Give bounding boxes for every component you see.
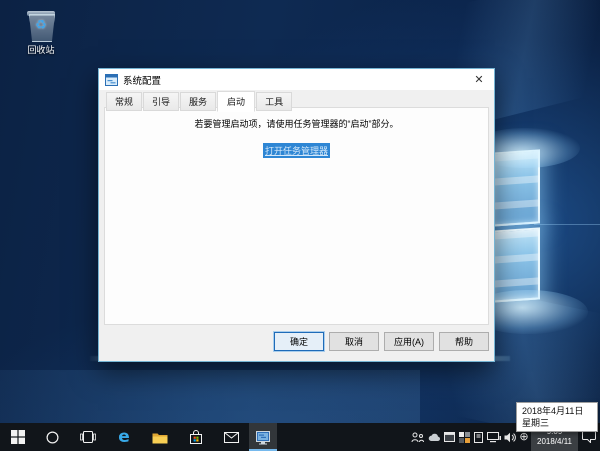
open-task-manager-link[interactable]: 打开任务管理器 bbox=[263, 143, 330, 158]
startup-message: 若要管理启动项，请使用任务管理器的“启动”部分。 bbox=[105, 117, 488, 130]
clipboard-icon[interactable] bbox=[472, 423, 485, 451]
task-view-button[interactable] bbox=[70, 423, 106, 451]
start-button[interactable] bbox=[0, 423, 35, 451]
cancel-button[interactable]: 取消 bbox=[329, 332, 379, 351]
mail-button[interactable] bbox=[214, 423, 249, 451]
task-view-icon bbox=[80, 431, 96, 443]
volume-icon[interactable] bbox=[502, 423, 517, 451]
taskbar-app-system-configuration[interactable] bbox=[249, 423, 277, 451]
file-explorer-button[interactable] bbox=[142, 423, 178, 451]
security-center-icon[interactable] bbox=[457, 423, 472, 451]
tab-startup[interactable]: 启动 bbox=[217, 91, 255, 112]
tab-strip: 常规 引导 服务 启动 工具 bbox=[106, 91, 293, 111]
store-button[interactable] bbox=[178, 423, 214, 451]
recycle-bin-icon: ♻ bbox=[26, 8, 56, 42]
network-icon[interactable] bbox=[485, 423, 502, 451]
recycle-bin-label: 回收站 bbox=[18, 43, 64, 56]
tooltip-date: 2018年4月11日 bbox=[522, 405, 592, 417]
app-window-icon[interactable] bbox=[442, 423, 457, 451]
desktop: ♻ 回收站 系统配置 ✕ 常规 引导 服务 启动 工具 若要管理启动项，请使用任… bbox=[0, 0, 600, 451]
windows-logo-pane bbox=[492, 227, 540, 302]
help-button[interactable]: 帮助 bbox=[439, 332, 489, 351]
edge-icon: e bbox=[118, 429, 130, 446]
tooltip-weekday: 星期三 bbox=[522, 417, 592, 429]
system-configuration-dialog: 系统配置 ✕ 常规 引导 服务 启动 工具 若要管理启动项，请使用任务管理器的“… bbox=[98, 68, 495, 362]
close-button[interactable]: ✕ bbox=[464, 69, 494, 90]
dialog-title: 系统配置 bbox=[123, 73, 161, 87]
startup-tab-page: 若要管理启动项，请使用任务管理器的“启动”部分。 打开任务管理器 bbox=[104, 107, 489, 325]
people-icon[interactable] bbox=[409, 423, 426, 451]
msconfig-icon bbox=[105, 74, 118, 86]
clock-tooltip: 2018年4月11日 星期三 bbox=[516, 402, 598, 432]
onedrive-cloud-icon[interactable] bbox=[426, 423, 442, 451]
cortana-icon bbox=[46, 431, 59, 444]
tab-tools[interactable]: 工具 bbox=[256, 92, 292, 111]
windows-logo-icon bbox=[11, 430, 25, 444]
dialog-buttons: 确定 取消 应用(A) 帮助 bbox=[274, 332, 489, 351]
recycle-bin-shortcut[interactable]: ♻ 回收站 bbox=[18, 8, 64, 56]
taskbar-left: e bbox=[0, 423, 277, 451]
tab-boot[interactable]: 引导 bbox=[143, 92, 179, 111]
edge-button[interactable]: e bbox=[106, 423, 142, 451]
tab-general[interactable]: 常规 bbox=[106, 92, 142, 111]
taskbar: e bbox=[0, 423, 600, 451]
tray-date: 2018/4/11 bbox=[537, 437, 572, 447]
wallpaper-seam bbox=[534, 224, 600, 225]
msconfig-taskbar-icon bbox=[255, 430, 271, 445]
apply-button[interactable]: 应用(A) bbox=[384, 332, 434, 351]
tab-services[interactable]: 服务 bbox=[180, 92, 216, 111]
file-explorer-icon bbox=[152, 431, 168, 444]
dialog-titlebar[interactable]: 系统配置 bbox=[99, 69, 494, 90]
windows-logo-pane bbox=[492, 149, 540, 226]
mail-icon bbox=[224, 432, 239, 443]
cortana-button[interactable] bbox=[35, 423, 70, 451]
ok-button[interactable]: 确定 bbox=[274, 332, 324, 351]
store-icon bbox=[189, 430, 203, 444]
